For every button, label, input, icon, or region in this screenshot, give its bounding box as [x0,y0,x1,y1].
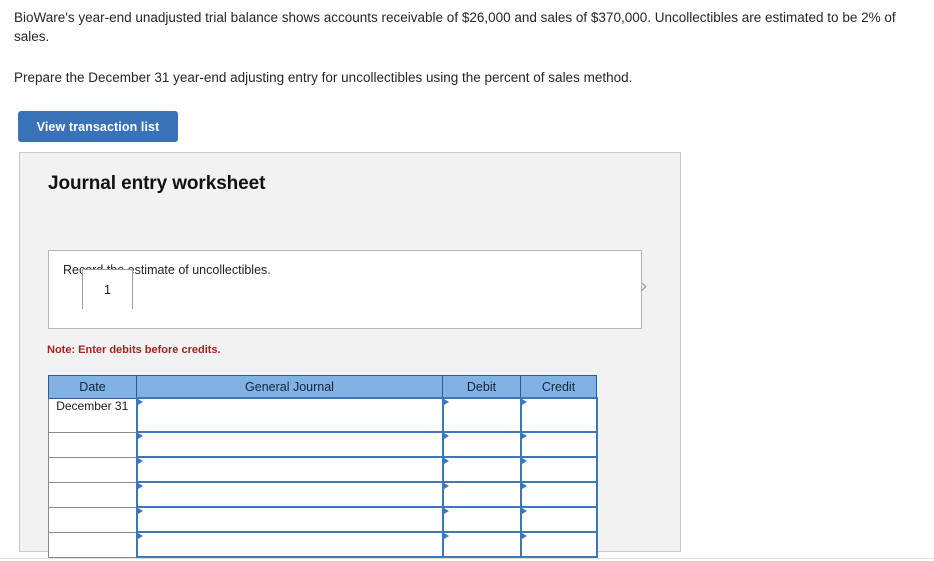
debits-before-credits-note: Note: Enter debits before credits. [47,344,221,356]
credit-cell[interactable] [519,506,598,533]
date-cell[interactable] [48,431,137,458]
general-journal-cell[interactable] [135,506,444,533]
debit-cell[interactable] [441,456,522,483]
column-header-debit: Debit [442,375,521,399]
general-journal-cell[interactable] [135,531,444,558]
view-transaction-list-button[interactable]: View transaction list [18,111,178,142]
table-header-row: Date General Journal Debit Credit [48,375,597,399]
debit-cell[interactable] [441,506,522,533]
table-row: December 31 [48,397,598,433]
table-row [48,456,598,483]
credit-cell[interactable] [519,456,598,483]
worksheet-title: Journal entry worksheet [48,173,266,194]
entry-description-box: Record the estimate of uncollectibles. [48,250,642,329]
credit-cell[interactable] [519,397,598,433]
table-row [48,531,598,558]
debit-cell[interactable] [441,431,522,458]
date-cell[interactable]: December 31 [48,397,137,433]
date-cell[interactable] [48,481,137,508]
date-cell[interactable] [48,456,137,483]
column-header-general-journal: General Journal [136,375,443,399]
page-bottom-divider [0,558,934,559]
debit-cell[interactable] [441,481,522,508]
journal-entry-table: Date General Journal Debit Credit Decemb… [48,375,598,558]
debit-cell[interactable] [441,397,522,433]
general-journal-cell[interactable] [135,456,444,483]
problem-paragraph-2: Prepare the December 31 year-end adjusti… [14,70,633,85]
column-header-credit: Credit [520,375,597,399]
credit-cell[interactable] [519,431,598,458]
general-journal-cell[interactable] [135,397,444,433]
credit-cell[interactable] [519,531,598,558]
journal-entry-worksheet-card: Journal entry worksheet ‹ 1 › Record the… [19,152,681,558]
table-row [48,506,598,533]
date-cell[interactable] [48,506,137,533]
table-row [48,431,598,458]
problem-paragraph-1: BioWare's year-end unadjusted trial bala… [14,10,896,44]
credit-cell[interactable] [519,481,598,508]
worksheet-tab-1[interactable]: 1 [82,269,133,309]
date-cell[interactable] [48,531,137,558]
debit-cell[interactable] [441,531,522,558]
column-header-date: Date [48,375,137,399]
general-journal-cell[interactable] [135,481,444,508]
general-journal-cell[interactable] [135,431,444,458]
worksheet-tabstrip: ‹ 1 › [20,211,680,309]
problem-statement: BioWare's year-end unadjusted trial bala… [14,8,902,87]
table-row [48,481,598,508]
